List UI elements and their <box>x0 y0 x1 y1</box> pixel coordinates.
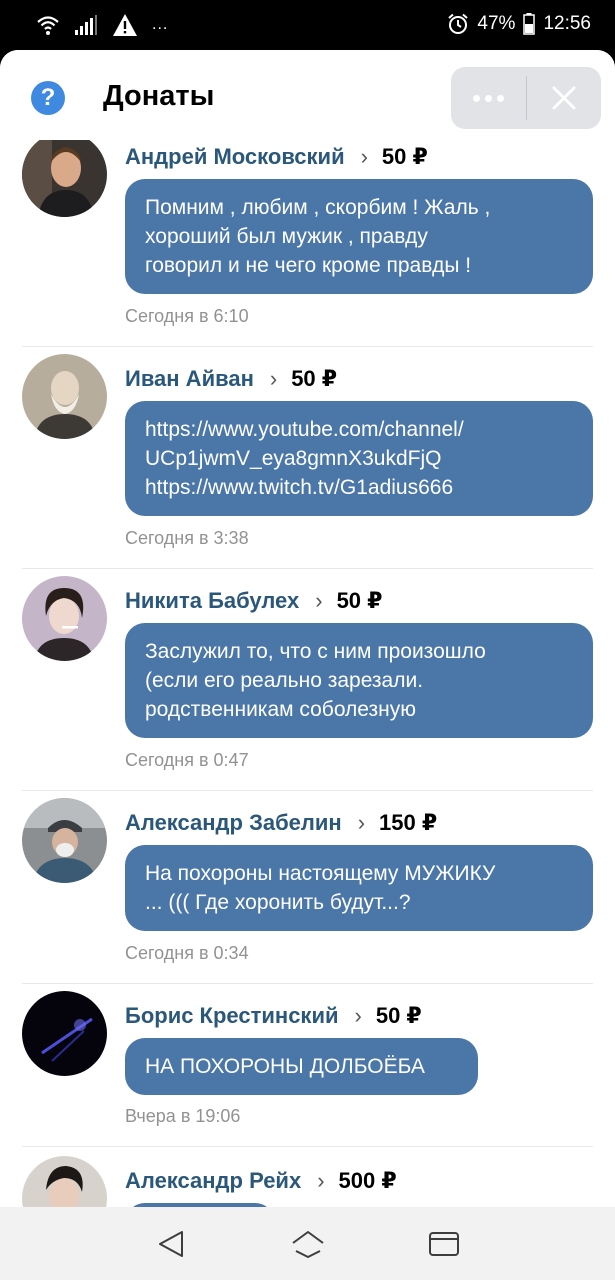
warning-icon <box>113 14 137 36</box>
home-icon[interactable] <box>290 1229 326 1259</box>
donation-amount: 150 ₽ <box>379 810 438 835</box>
recents-icon[interactable] <box>428 1231 460 1257</box>
avatar[interactable] <box>22 354 107 439</box>
donor-name[interactable]: Иван Айван <box>125 366 254 392</box>
donations-list: Андрей Московский › 50 ₽ Помним , любим … <box>0 132 615 1207</box>
avatar[interactable] <box>22 991 107 1076</box>
alarm-icon <box>448 13 469 34</box>
page-title: Донаты <box>103 80 215 112</box>
donation-date: Вчера в 19:06 <box>125 1106 241 1126</box>
donation-item[interactable]: Иван Айван › 50 ₽ https://www.youtube.co… <box>0 354 615 584</box>
wifi-icon <box>37 16 59 35</box>
donation-date: Сегодня в 3:38 <box>125 528 249 548</box>
system-nav-bar <box>0 1207 615 1280</box>
donor-name[interactable]: Александр Рейх <box>125 1168 301 1194</box>
donation-amount: 50 ₽ <box>375 1003 422 1028</box>
clock: 12:56 <box>543 13 591 34</box>
divider <box>22 1146 593 1147</box>
more-button[interactable] <box>451 67 526 129</box>
divider <box>22 568 593 569</box>
donation-item[interactable]: Никита Бабулех › 50 ₽ Заслужил то, что с… <box>0 576 615 806</box>
donor-name[interactable]: Борис Крестинский <box>125 1003 339 1029</box>
donor-row: Андрей Московский › 50 ₽ <box>125 144 428 170</box>
close-button[interactable] <box>527 67 602 129</box>
avatar[interactable] <box>22 798 107 883</box>
donation-item[interactable]: Александр Забелин › 150 ₽ На похороны на… <box>0 798 615 999</box>
avatar[interactable] <box>22 576 107 661</box>
chevron-right-icon: › <box>315 588 323 613</box>
chevron-right-icon: › <box>354 1003 362 1028</box>
donations-sheet: ? Донаты Андрей Московский › 50 ₽ Помним… <box>0 50 615 1207</box>
signal-icon <box>75 15 97 35</box>
more-dots-icon <box>472 94 504 102</box>
help-circle-icon[interactable]: ? <box>31 81 65 115</box>
divider <box>22 346 593 347</box>
back-triangle-icon[interactable] <box>156 1230 186 1258</box>
donor-row: Александр Забелин › 150 ₽ <box>125 810 437 836</box>
donation-item[interactable]: Борис Крестинский › 50 ₽ НА ПОХОРОНЫ ДОЛ… <box>0 991 615 1164</box>
donation-date: Сегодня в 0:47 <box>125 750 249 770</box>
header: ? Донаты <box>0 50 615 140</box>
donor-name[interactable]: Александр Забелин <box>125 810 342 836</box>
battery-icon <box>523 13 536 35</box>
status-bar: ... 47% 12:56 <box>0 0 615 50</box>
donor-row: Никита Бабулех › 50 ₽ <box>125 588 382 614</box>
chevron-right-icon: › <box>357 810 366 835</box>
close-icon <box>552 86 576 110</box>
donor-row: Иван Айван › 50 ₽ <box>125 366 337 392</box>
donation-message: Помним , любим , скорбим ! Жаль , хороши… <box>125 179 593 294</box>
donation-amount: 50 ₽ <box>336 588 383 613</box>
avatar[interactable] <box>22 132 107 217</box>
donation-amount: 50 ₽ <box>291 366 338 391</box>
donation-item[interactable]: Андрей Московский › 50 ₽ Помним , любим … <box>0 132 615 362</box>
donor-name[interactable]: Андрей Московский <box>125 144 345 170</box>
donor-row: Александр Рейх › 500 ₽ <box>125 1168 397 1194</box>
status-more-dots: ... <box>152 16 169 33</box>
divider <box>22 790 593 791</box>
donation-item[interactable]: Александр Рейх › 500 ₽ <box>0 1156 615 1207</box>
avatar[interactable] <box>22 1156 107 1207</box>
donation-message[interactable]: https://www.youtube.com/channel/ UCp1jwm… <box>125 401 593 516</box>
divider <box>22 983 593 984</box>
chevron-right-icon: › <box>269 366 278 391</box>
donation-date: Сегодня в 0:34 <box>125 943 249 963</box>
donation-amount: 50 ₽ <box>381 144 428 169</box>
battery-percent: 47% <box>477 13 516 34</box>
donation-message: НА ПОХОРОНЫ ДОЛБОЁБА <box>125 1038 478 1095</box>
donation-message: На похороны настоящему МУЖИКУ ... ((( Гд… <box>125 845 593 931</box>
donor-name[interactable]: Никита Бабулех <box>125 588 299 614</box>
donation-amount: 500 ₽ <box>338 1168 397 1193</box>
donation-date: Сегодня в 6:10 <box>125 306 249 326</box>
chevron-right-icon: › <box>360 144 368 169</box>
mini-app-controls <box>451 67 601 129</box>
chevron-right-icon: › <box>317 1168 325 1193</box>
donor-row: Борис Крестинский › 50 ₽ <box>125 1003 422 1029</box>
donation-message: Заслужил то, что с ним произошло (если е… <box>125 623 593 738</box>
